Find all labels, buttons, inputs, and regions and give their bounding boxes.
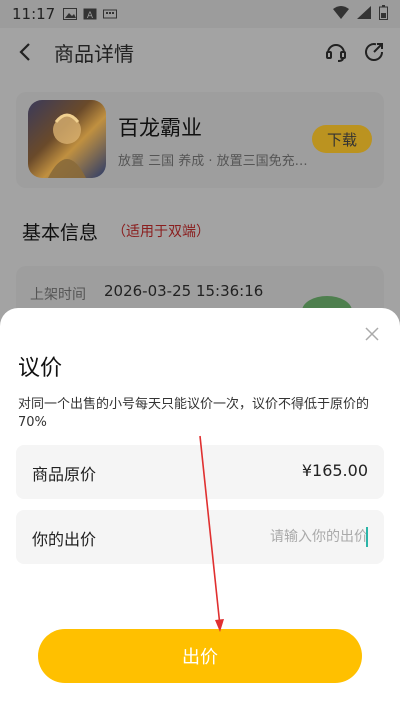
share-icon[interactable] [362,40,386,64]
original-price-label: 商品原价 [32,465,97,484]
sheet-title: 议价 [18,356,63,381]
wifi-icon [333,5,349,23]
battery-icon [379,4,388,24]
bid-input[interactable] [248,524,368,550]
app-header: 商品详情 [0,28,400,76]
original-price-value: ¥165.00 [301,461,368,480]
game-tags: 放置 三国 养成 · 放置三国免充… [118,154,308,169]
text-cursor [366,527,368,547]
customer-service-icon[interactable] [324,40,348,64]
basic-info-title: 基本信息 [22,222,99,244]
game-name: 百龙霸业 [118,116,202,140]
close-icon[interactable] [364,326,380,342]
game-card[interactable]: 百龙霸业 放置 三国 养成 · 放置三国免充… 下载 [16,92,384,188]
image-notification-icon [63,8,78,20]
font-notification-icon: A [83,8,97,21]
game-thumbnail [28,100,106,178]
sheet-description: 对同一个出售的小号每天只能议价一次，议价不得低于原价的70% [18,397,370,430]
original-price-row: 商品原价 ¥165.00 [16,445,384,499]
list-time-label: 上架时间 [30,287,86,303]
list-time-value: 2026-03-25 15:36:16 [104,282,264,300]
back-arrow-icon[interactable] [14,40,38,64]
status-time: 11:17 [12,5,56,23]
download-button[interactable]: 下载 [312,125,372,153]
keyboard-notification-icon [103,8,118,20]
svg-text:A: A [87,11,94,20]
page-title: 商品详情 [54,41,134,66]
basic-info-note: （适用于双端） [112,224,210,240]
bid-row: 你的出价 [16,510,384,564]
your-bid-label: 你的出价 [32,530,97,549]
status-bar: 11:17 A [0,0,400,28]
signal-icon [357,5,371,23]
bargain-sheet: 议价 对同一个出售的小号每天只能议价一次，议价不得低于原价的70% 商品原价 ¥… [0,308,400,711]
submit-bid-button[interactable]: 出价 [38,629,362,683]
